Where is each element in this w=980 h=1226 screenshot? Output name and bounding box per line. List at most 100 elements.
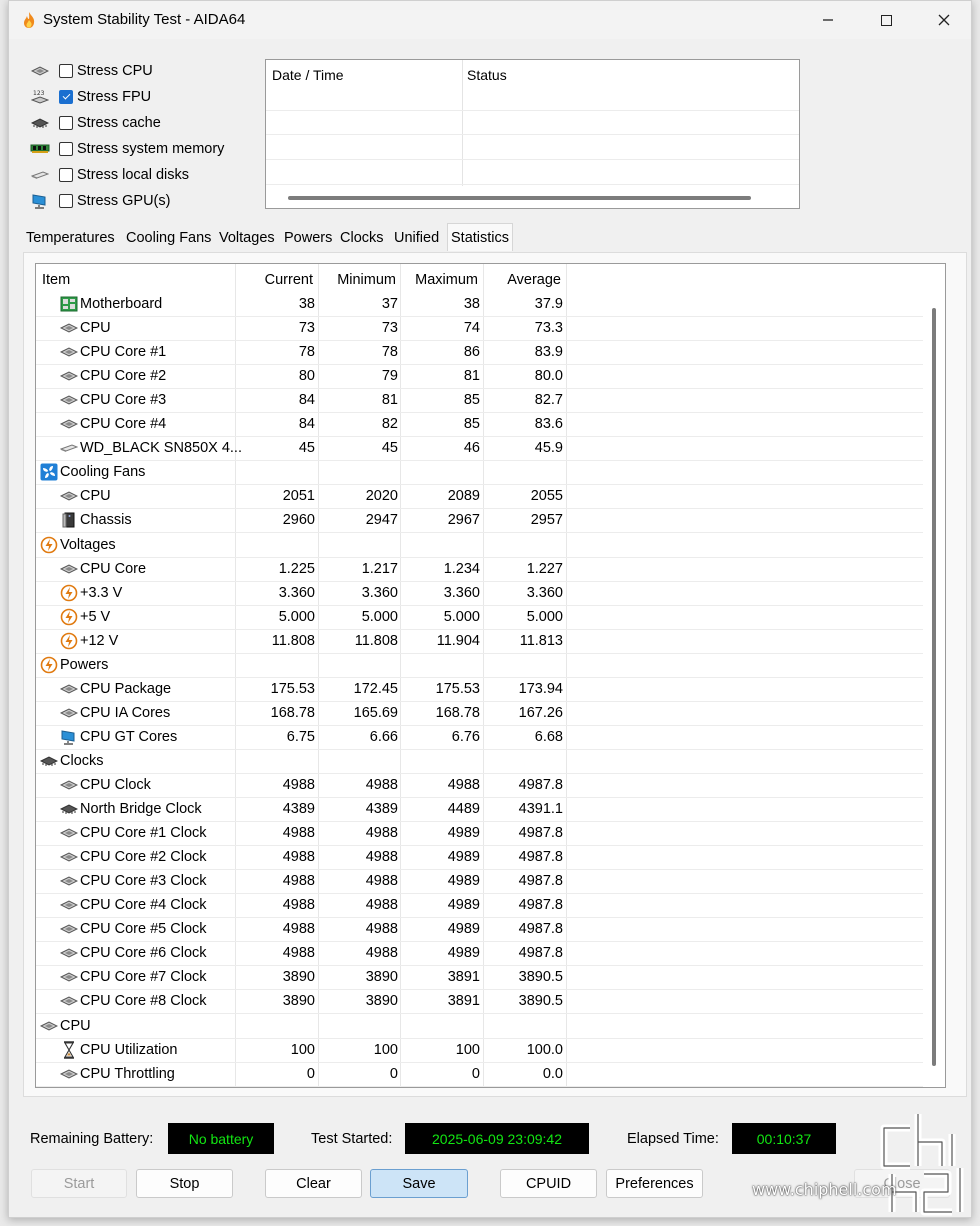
table-row[interactable]: CPU Core #1 78 78 86 83.9 [36, 341, 923, 366]
cell-maximum: 0 [471, 1065, 480, 1082]
cell-average: 4987.8 [518, 825, 563, 842]
stress-option-stress-cpu[interactable]: Stress CPU [29, 59, 259, 83]
col-average[interactable]: Average [507, 272, 561, 288]
start-button[interactable]: Start [31, 1169, 127, 1198]
cpu-chip-icon [60, 681, 78, 697]
tab-statistics[interactable]: Statistics [447, 223, 514, 251]
table-row[interactable]: CPU Core #6 Clock 4988 4988 4989 4987.8 [36, 942, 923, 967]
cell-minimum: 4988 [365, 897, 398, 914]
row-label-text: Voltages [60, 536, 116, 553]
table-row[interactable]: CPU Core #3 Clock 4988 4988 4989 4987.8 [36, 870, 923, 895]
checkbox[interactable] [59, 168, 73, 182]
cell-maximum: 85 [463, 392, 480, 409]
col-minimum[interactable]: Minimum [337, 272, 396, 288]
table-row[interactable]: WD_BLACK SN850X 4... 45 45 46 45.9 [36, 437, 923, 462]
cell-minimum: 78 [381, 344, 398, 361]
app-window: System Stability Test - AIDA64 Stress CP… [8, 0, 972, 1218]
stress-option-stress-gpu-s[interactable]: Stress GPU(s) [29, 189, 259, 213]
checkbox[interactable] [59, 116, 73, 130]
cell-minimum: 5.000 [361, 608, 398, 625]
title-bar[interactable]: System Stability Test - AIDA64 [9, 1, 971, 39]
table-row[interactable]: North Bridge Clock 4389 4389 4489 4391.1 [36, 798, 923, 823]
tab-powers[interactable]: Powers [281, 226, 335, 252]
table-row[interactable]: CPU Clock 4988 4988 4988 4987.8 [36, 774, 923, 798]
stress-option-stress-system-memory[interactable]: Stress system memory [29, 137, 259, 161]
row-label-text: CPU Clock [80, 777, 151, 793]
minimize-button[interactable] [805, 5, 851, 35]
table-row[interactable]: +12 V 11.808 11.808 11.904 11.813 [36, 630, 923, 654]
table-group-row[interactable]: Clocks [36, 750, 923, 774]
table-group-row[interactable]: Voltages [36, 534, 923, 558]
col-maximum[interactable]: Maximum [415, 272, 478, 288]
table-row[interactable]: CPU IA Cores 168.78 165.69 168.78 167.26 [36, 702, 923, 726]
checkbox[interactable] [59, 64, 73, 78]
log-column-divider [462, 60, 463, 186]
tab-unified[interactable]: Unified [391, 226, 442, 252]
cell-average: 4987.8 [518, 945, 563, 962]
table-row[interactable]: CPU Core #2 Clock 4988 4988 4989 4987.8 [36, 846, 923, 871]
fan-icon [40, 463, 58, 481]
table-row[interactable]: CPU 73 73 74 73.3 [36, 317, 923, 342]
cpu-chip-icon [60, 969, 78, 985]
table-row[interactable]: +3.3 V 3.360 3.360 3.360 3.360 [36, 582, 923, 606]
tab-cooling-fans[interactable]: Cooling Fans [123, 226, 214, 252]
stress-option-stress-local-disks[interactable]: Stress local disks [29, 163, 259, 187]
table-row[interactable]: CPU Core #1 Clock 4988 4988 4989 4987.8 [36, 822, 923, 847]
log-col-datetime[interactable]: Date / Time [272, 67, 344, 83]
tab-temperatures[interactable]: Temperatures [23, 226, 118, 252]
table-group-row[interactable]: CPU [36, 1015, 923, 1039]
table-group-row[interactable]: Cooling Fans [36, 461, 923, 486]
save-button[interactable]: Save [370, 1169, 468, 1198]
stop-button[interactable]: Stop [136, 1169, 233, 1198]
row-label-text: CPU [60, 1017, 91, 1034]
log-horizontal-scrollbar[interactable] [288, 196, 751, 200]
row-label-text: CPU [80, 320, 111, 337]
checkbox[interactable] [59, 90, 73, 104]
tab-clocks[interactable]: Clocks [337, 226, 387, 252]
log-col-status[interactable]: Status [467, 67, 507, 83]
cache-chip-icon [40, 753, 58, 769]
cell-minimum: 2020 [365, 488, 398, 505]
table-row[interactable]: CPU Core #8 Clock 3890 3890 3891 3890.5 [36, 990, 923, 1015]
cell-average: 73.3 [534, 320, 563, 337]
table-row[interactable]: CPU 2051 2020 2089 2055 [36, 485, 923, 510]
table-row[interactable]: Motherboard 38 37 38 37.9 [36, 293, 923, 317]
preferences-button[interactable]: Preferences [606, 1169, 703, 1198]
stress-option-stress-cache[interactable]: Stress cache [29, 111, 259, 135]
table-group-row[interactable]: Powers [36, 654, 923, 678]
checkbox[interactable] [59, 142, 73, 156]
cell-maximum: 4988 [447, 777, 480, 793]
log-row-line [266, 159, 799, 160]
table-row[interactable]: CPU Package 175.53 172.45 175.53 173.94 [36, 678, 923, 702]
close-icon [938, 14, 950, 26]
table-row[interactable]: CPU GT Cores 6.75 6.66 6.76 6.68 [36, 726, 923, 750]
table-row[interactable]: CPU Core #5 Clock 4988 4988 4989 4987.8 [36, 918, 923, 943]
table-row[interactable]: CPU Core #7 Clock 3890 3890 3891 3890.5 [36, 966, 923, 991]
vertical-scrollbar[interactable] [932, 308, 936, 1066]
table-row[interactable]: CPU Core #4 Clock 4988 4988 4989 4987.8 [36, 894, 923, 919]
stress-option-label: Stress CPU [77, 63, 153, 79]
cpu-chip-icon [60, 561, 78, 577]
cell-minimum: 100 [373, 1041, 398, 1058]
log-row-line [266, 110, 799, 111]
cell-average: 0.0 [542, 1065, 563, 1082]
table-row[interactable]: CPU Throttling 0 0 0 0.0 [36, 1063, 923, 1087]
col-current[interactable]: Current [265, 272, 313, 288]
table-row[interactable]: CPU Core #2 80 79 81 80.0 [36, 365, 923, 390]
table-row[interactable]: CPU Core 1.225 1.217 1.234 1.227 [36, 558, 923, 582]
table-row[interactable]: CPU Utilization 100 100 100 100.0 [36, 1039, 923, 1063]
col-item[interactable]: Item [42, 272, 70, 288]
stress-option-stress-fpu[interactable]: 123 Stress FPU [29, 85, 259, 109]
cell-current: 11.808 [271, 632, 315, 649]
checkbox[interactable] [59, 194, 73, 208]
close-window-button[interactable] [921, 5, 967, 35]
table-row[interactable]: CPU Core #3 84 81 85 82.7 [36, 389, 923, 414]
table-row[interactable]: +5 V 5.000 5.000 5.000 5.000 [36, 606, 923, 630]
maximize-button[interactable] [863, 5, 909, 35]
tab-voltages[interactable]: Voltages [216, 226, 278, 252]
cpuid-button[interactable]: CPUID [500, 1169, 597, 1198]
clear-button[interactable]: Clear [265, 1169, 362, 1198]
table-row[interactable]: Chassis 2960 2947 2967 2957 [36, 509, 923, 534]
close-button[interactable]: Close [854, 1169, 950, 1198]
table-row[interactable]: CPU Core #4 84 82 85 83.6 [36, 413, 923, 438]
